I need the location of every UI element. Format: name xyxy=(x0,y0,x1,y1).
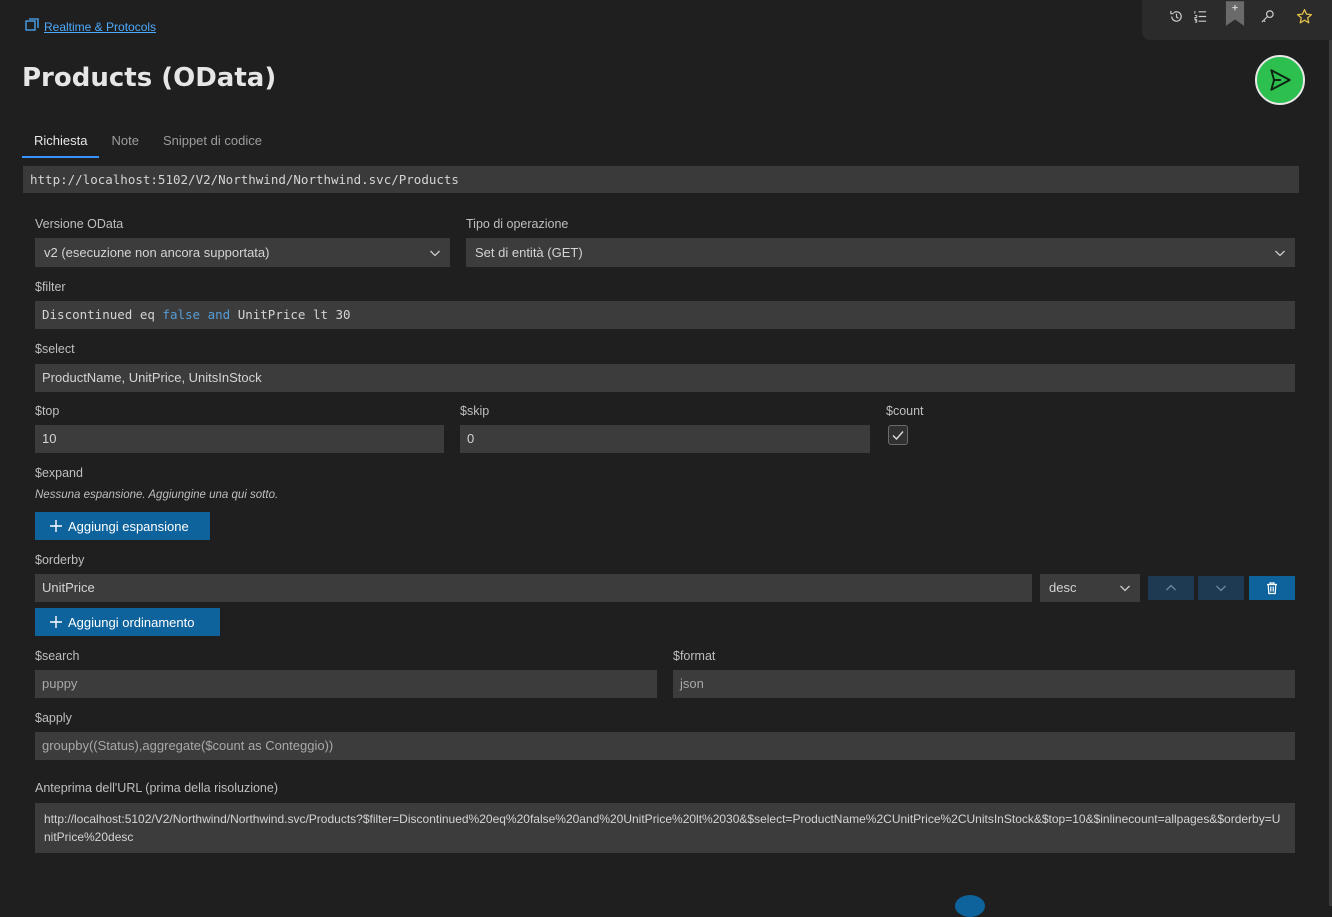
skip-input[interactable]: 0 xyxy=(460,425,870,453)
send-button[interactable] xyxy=(1255,55,1305,105)
chevron-up-icon xyxy=(1165,582,1177,594)
orderby-direction-select[interactable]: desc xyxy=(1040,574,1140,602)
add-ordering-button[interactable]: Aggiungi ordinamento xyxy=(35,608,220,636)
operation-select[interactable]: Set di entità (GET) xyxy=(466,238,1295,267)
add-expansion-button[interactable]: Aggiungi espansione xyxy=(35,512,210,540)
collection-icon xyxy=(24,17,40,36)
star-icon[interactable] xyxy=(1294,6,1314,26)
chevron-down-icon xyxy=(1215,582,1227,594)
filter-keyword-and: and xyxy=(207,307,231,322)
select-label: $select xyxy=(35,342,75,356)
filter-token: UnitPrice lt 30 xyxy=(230,307,351,322)
chevron-down-icon xyxy=(1274,247,1286,259)
operation-label: Tipo di operazione xyxy=(466,217,569,231)
filter-keyword-false: false xyxy=(162,307,201,322)
orderby-field-input[interactable]: UnitPrice xyxy=(35,574,1032,602)
expand-label: $expand xyxy=(35,466,83,480)
chevron-down-icon xyxy=(429,247,441,259)
orderby-label: $orderby xyxy=(35,553,85,567)
filter-token xyxy=(200,307,208,322)
tab-note[interactable]: Note xyxy=(99,127,150,158)
trash-icon xyxy=(1265,581,1279,595)
send-icon xyxy=(1267,67,1293,93)
add-ordering-label: Aggiungi ordinamento xyxy=(68,614,195,630)
top-label: $top xyxy=(35,404,60,418)
move-down-button[interactable] xyxy=(1198,576,1244,600)
plus-icon xyxy=(49,615,63,629)
filter-label: $filter xyxy=(35,280,66,294)
skip-label: $skip xyxy=(460,404,490,418)
select-input[interactable]: ProductName, UnitPrice, UnitsInStock xyxy=(35,364,1295,392)
url-preview: http://localhost:5102/V2/Northwind/North… xyxy=(35,803,1295,853)
format-label: $format xyxy=(673,649,716,663)
url-input[interactable]: http://localhost:5102/V2/Northwind/North… xyxy=(23,166,1299,193)
move-up-button[interactable] xyxy=(1148,576,1194,600)
top-input[interactable]: 10 xyxy=(35,425,444,453)
operation-value: Set di entità (GET) xyxy=(475,245,583,260)
tab-snippet[interactable]: Snippet di codice xyxy=(151,127,274,158)
filter-token: Discontinued eq xyxy=(42,307,163,322)
preview-label: Anteprima dell'URL (prima della risoluzi… xyxy=(35,781,278,795)
odata-version-label: Versione OData xyxy=(35,217,124,231)
expand-empty-text: Nessuna espansione. Aggiungine una qui s… xyxy=(35,489,279,501)
toolbar xyxy=(1142,0,1332,40)
odata-version-value: v2 (esecuzione non ancora supportata) xyxy=(44,245,270,260)
breadcrumb: Realtime & Protocols xyxy=(24,17,156,36)
key-icon[interactable] xyxy=(1257,6,1277,26)
filter-input[interactable]: Discontinued eq false and UnitPrice lt 3… xyxy=(35,301,1295,329)
history-icon[interactable] xyxy=(1166,6,1186,26)
search-input[interactable]: puppy xyxy=(35,670,657,698)
odata-version-select[interactable]: v2 (esecuzione non ancora supportata) xyxy=(35,238,450,267)
bookmark-icon[interactable] xyxy=(1225,0,1245,28)
delete-orderby-button[interactable] xyxy=(1249,576,1295,600)
check-icon xyxy=(891,428,905,442)
search-label: $search xyxy=(35,649,80,663)
apply-label: $apply xyxy=(35,711,72,725)
count-checkbox[interactable] xyxy=(888,425,908,445)
chevron-down-icon xyxy=(1119,582,1131,594)
list-icon[interactable] xyxy=(1190,6,1210,26)
page-title: Products (OData) xyxy=(22,63,277,93)
breadcrumb-link[interactable]: Realtime & Protocols xyxy=(44,20,156,34)
tab-richiesta[interactable]: Richiesta xyxy=(22,127,100,158)
scroll-indicator[interactable] xyxy=(955,895,985,917)
apply-input[interactable]: groupby((Status),aggregate($count as Con… xyxy=(35,732,1295,760)
add-expansion-label: Aggiungi espansione xyxy=(68,518,189,534)
plus-icon xyxy=(49,519,63,533)
tab-bar: Richiesta Note Snippet di codice xyxy=(22,127,274,158)
count-label: $count xyxy=(886,404,924,418)
orderby-direction-value: desc xyxy=(1049,580,1077,595)
format-input[interactable]: json xyxy=(673,670,1295,698)
